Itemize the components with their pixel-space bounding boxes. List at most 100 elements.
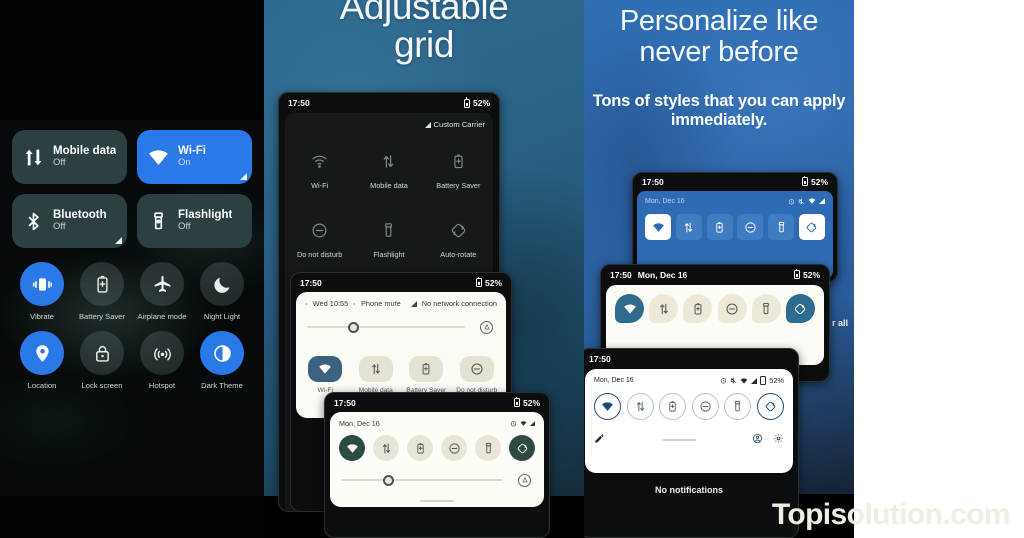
circle-tile-grid: Vibrate Battery Saver Airplane mode Nigh… [12,262,252,390]
vibrate-icon [20,262,64,306]
tile-dnd[interactable] [737,214,764,240]
tile-flashlight[interactable]: Flashlight [354,222,423,259]
date-row: Mon, Dec 16 [645,197,825,205]
behind-partial-text: r all [831,318,848,328]
carrier-name: Custom Carrier [433,120,485,129]
tile-battery-saver[interactable]: Battery Saver [401,356,452,395]
battery-icon [463,97,470,108]
quick-settings-content: Mobile data Off Wi-Fi On Bluetooth Off F… [0,120,264,496]
tile-battery-saver[interactable]: Battery Saver [72,262,132,321]
tile-dnd[interactable] [691,393,719,420]
tile-flashlight[interactable] [475,435,501,461]
tile-wifi[interactable]: Wi-Fi [300,356,351,395]
tile-subtitle: Off [53,221,66,233]
tile-wifi[interactable]: Wi-Fi [285,153,354,190]
tile-battery-saver[interactable] [659,393,687,420]
tile-flashlight[interactable] [724,393,752,420]
qs-tile-row [615,294,815,323]
tile-dnd[interactable] [717,294,747,323]
auto-brightness-icon[interactable] [518,473,531,487]
tile-label: Do not disturb [296,250,343,259]
tile-location[interactable]: Location [12,331,72,390]
tile-night-light[interactable]: Night Light [192,262,252,321]
tile-mobile-data[interactable] [649,294,679,323]
mid-headline-line2: grid [393,23,455,65]
battery-icon [801,175,808,186]
edit-pencil-icon[interactable] [594,431,605,449]
brightness-slider[interactable] [341,472,533,488]
signal-icon [819,198,825,204]
flashlight-icon [148,211,169,232]
tile-vibrate[interactable]: Vibrate [12,262,72,321]
tile-mobile-data[interactable]: Mobile data [354,153,423,190]
dark-theme-icon [200,331,244,375]
tile-mobile-data[interactable] [675,214,702,240]
tile-dnd[interactable]: Do not disturb [452,356,503,395]
status-time: 17:50 [300,277,322,288]
drag-handle[interactable] [661,439,696,441]
tile-dnd[interactable] [441,435,467,461]
battery-icon [760,374,767,385]
slider-knob[interactable] [383,474,395,486]
tile-auto-rotate[interactable] [785,294,815,323]
tile-airplane-mode[interactable]: Airplane mode [132,262,192,321]
wifi-icon [308,356,343,382]
tile-auto-rotate[interactable] [756,393,784,420]
signal-icon [530,421,535,426]
dnd-icon [312,223,327,238]
drag-handle[interactable] [420,500,454,502]
tile-battery-saver[interactable] [407,435,433,461]
date-row: Mon, Dec 16 52% [594,374,784,385]
mid-headline-line1: Adjustable [339,0,509,27]
tile-auto-rotate[interactable]: Auto-rotate [424,222,493,259]
tile-wifi[interactable]: Wi-Fi On [137,130,252,184]
tile-label: Lock screen [81,381,123,390]
qs-tile-grid: Wi-Fi Mobile data Battery Saver Do not d… [285,153,493,259]
tile-bluetooth[interactable]: Bluetooth Off [12,194,127,248]
tile-battery-saver[interactable]: Battery Saver [424,153,493,190]
tile-battery-saver[interactable] [706,214,733,240]
night-light-icon [200,262,244,306]
bluetooth-icon [23,211,44,232]
expand-corner-icon[interactable] [115,237,122,244]
tile-flashlight[interactable]: Flashlight Off [137,194,252,248]
user-account-icon[interactable] [752,431,763,449]
location-icon [20,331,64,375]
tile-wifi[interactable] [645,214,671,240]
auto-brightness-icon[interactable] [480,320,493,334]
gear-icon[interactable] [773,431,784,449]
tile-mobile-data[interactable] [626,393,654,420]
date-row: Mon, Dec 16 [339,419,535,428]
right-subhead: Tons of styles that you can apply immedi… [592,92,846,130]
tile-battery-saver[interactable] [683,294,713,323]
brightness-slider[interactable] [307,319,495,335]
alarm-text: Wed 10:55 [312,299,349,308]
tile-wifi[interactable] [615,294,644,323]
tile-hotspot[interactable]: Hotspot [132,331,192,390]
status-battery: 52% [522,397,540,408]
tile-flashlight[interactable] [768,214,795,240]
tile-subtitle: Off [178,221,191,233]
battery-saver-icon [454,154,463,169]
tile-label: Night Light [203,312,241,321]
tile-wifi[interactable] [594,393,621,420]
alarm-icon [721,378,727,384]
battery-icon [513,396,520,407]
tile-mobile-data[interactable]: Mobile data [351,356,402,395]
status-time: 17:50 [642,176,664,187]
tile-label: Hotspot [148,381,176,390]
expand-corner-icon[interactable] [240,173,247,180]
qs-tile-row [645,214,825,240]
tile-auto-rotate[interactable] [798,214,825,240]
tile-label: Vibrate [30,312,54,321]
status-battery: 52% [472,98,490,108]
tile-lock-screen[interactable]: Lock screen [72,331,132,390]
tile-dnd[interactable]: Do not disturb [285,222,354,259]
tile-auto-rotate[interactable] [509,435,535,461]
slider-knob[interactable] [348,321,360,333]
tile-flashlight[interactable] [751,294,781,323]
tile-dark-theme[interactable]: Dark Theme [192,331,252,390]
tile-mobile-data[interactable]: Mobile data Off [12,130,127,184]
tile-wifi[interactable] [339,435,365,461]
tile-mobile-data[interactable] [373,435,399,461]
